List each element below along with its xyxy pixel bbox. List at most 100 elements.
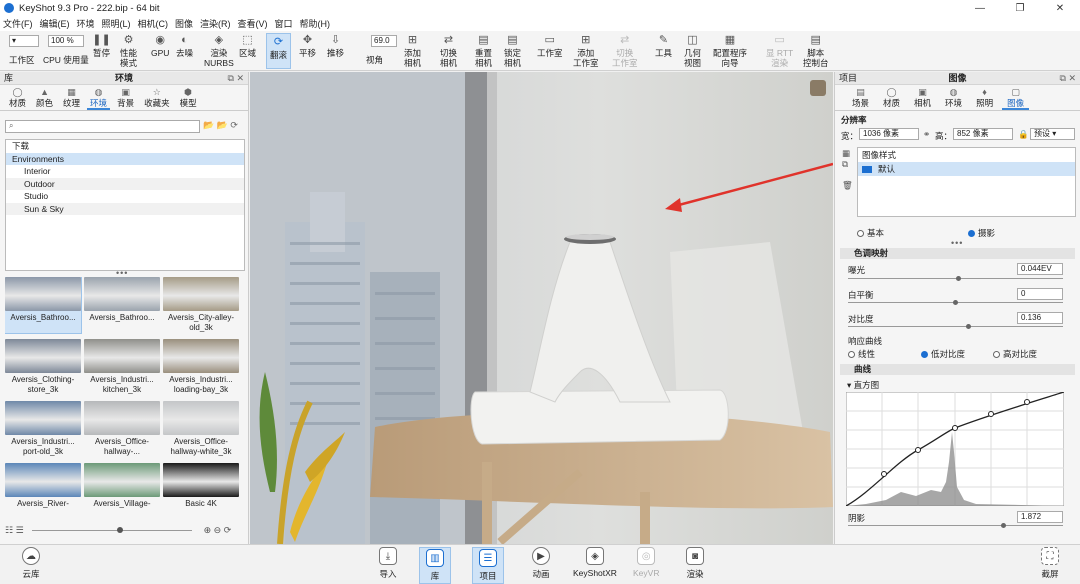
response-high-radio[interactable]: 高对比度 [993, 348, 1037, 360]
thumbnail-item[interactable]: Aversis_Industri... kitchen_3k [84, 339, 160, 395]
tree-item-environments[interactable]: Environments [6, 152, 244, 165]
denoise-button[interactable]: ◐ 去噪 [176, 33, 193, 58]
cloud-library-button[interactable]: ☁ 云库 [22, 547, 40, 580]
render-nurbs-button[interactable]: ◈ 渲染 NURBS [204, 33, 234, 68]
library-search-input[interactable]: ⌕ [5, 120, 200, 133]
add-camera-button[interactable]: ⊞ 添加 相机 [404, 33, 421, 68]
thumbnail-item[interactable]: Aversis_Bathroo... [84, 277, 160, 333]
tab-textures[interactable]: ▦ 纹理 [58, 85, 85, 110]
mode-photo-radio[interactable]: 摄影 [968, 227, 995, 239]
tab-lighting[interactable]: ♦ 照明 [969, 85, 1000, 110]
menu-edit[interactable]: 编辑(E) [40, 17, 70, 30]
render-viewport[interactable] [250, 72, 833, 544]
tools-button[interactable]: ✎ 工具 [655, 33, 672, 58]
tab-favorites[interactable]: ☆ 收藏夹 [139, 85, 175, 110]
gpu-button[interactable]: ◉ GPU [151, 33, 169, 58]
switch-studio-button[interactable]: ⇄ 切换 工作室 [612, 33, 638, 68]
thumbnail-item[interactable]: Aversis_Village- [84, 463, 160, 519]
fov-input[interactable]: 69.0 [371, 35, 397, 47]
response-low-radio[interactable]: 低对比度 [921, 348, 965, 360]
response-linear-radio[interactable]: 线性 [848, 348, 875, 360]
tree-item-sun-sky[interactable]: Sun & Sky [6, 202, 244, 215]
tone-mapping-section[interactable]: 色调映射 [840, 248, 1075, 259]
tree-item-studio[interactable]: Studio [6, 190, 244, 203]
pan-button[interactable]: ✥ 平移 [299, 33, 316, 58]
workspace-dropdown[interactable]: ▾ [9, 35, 39, 47]
mode-basic-radio[interactable]: 基本 [857, 227, 884, 239]
performance-mode-button[interactable]: ⚙ 性能 模式 [120, 33, 137, 68]
menu-help[interactable]: 帮助(H) [300, 17, 331, 30]
white-balance-input[interactable]: 0 [1017, 288, 1063, 300]
thumbnail-item[interactable]: Aversis_City-alley-old_3k [163, 277, 239, 333]
tab-environments[interactable]: ◍ 环境 [85, 85, 112, 110]
preset-dropdown[interactable]: 预设 ▾ [1030, 128, 1075, 140]
thumbnail-item[interactable]: Aversis_Bathroo... [5, 277, 82, 334]
screenshot-button[interactable]: ⛶ 截屏 [1041, 547, 1059, 580]
curve-histogram-graph[interactable] [846, 392, 1064, 506]
lock-icon[interactable]: 🔒 [1018, 129, 1029, 140]
lock-camera-button[interactable]: ▤ 锁定 相机 [504, 33, 521, 68]
menu-render[interactable]: 渲染(R) [200, 17, 231, 30]
curves-section[interactable]: 曲线 [840, 364, 1075, 375]
menu-window[interactable]: 窗口 [275, 17, 293, 30]
shadows-input[interactable]: 1.872 [1017, 511, 1063, 523]
minimize-button[interactable]: — [960, 0, 1000, 16]
import-button[interactable]: ⤓ 导入 [379, 547, 397, 580]
grid-view-icon[interactable]: ☷ ☰ [5, 525, 24, 536]
shadows-slider[interactable] [848, 525, 1063, 526]
studio-button[interactable]: ▭ 工作室 [537, 33, 563, 58]
menu-camera[interactable]: 相机(C) [138, 17, 169, 30]
tab-image[interactable]: ▢ 图像 [1000, 85, 1031, 110]
keyshotxr-button[interactable]: ◈ KeyShotXR [573, 547, 617, 578]
configurator-wizard-button[interactable]: ▦ 配置程序 向导 [713, 33, 747, 68]
library-toggle-button[interactable]: ▥ 库 [419, 547, 451, 584]
dolly-button[interactable]: ⇩ 推移 [327, 33, 344, 58]
thumbnail-item[interactable]: Aversis_Office-hallway-white_3k [163, 401, 239, 457]
tab-backplates[interactable]: ▣ 背景 [112, 85, 139, 110]
menu-image[interactable]: 图像 [175, 17, 193, 30]
contrast-slider-knob[interactable] [966, 324, 971, 329]
link-icon[interactable]: ⚭ [923, 129, 930, 140]
menu-file[interactable]: 文件(F) [3, 17, 33, 30]
zoom-dropdown[interactable]: 100 % [48, 35, 84, 47]
panel-controls-icon[interactable]: ⧉ ✕ [228, 72, 244, 85]
menu-view[interactable]: 查看(V) [238, 17, 268, 30]
image-style-tools-icon[interactable]: ▦ ⧉ 🗑 [842, 148, 853, 191]
add-remove-icon[interactable]: ⊕ ⊖ ⟳ [204, 525, 232, 536]
splitter-handle[interactable]: ••• [951, 238, 963, 248]
menu-environment[interactable]: 环境 [77, 17, 95, 30]
menu-lighting[interactable]: 照明(L) [102, 17, 131, 30]
thumbnail-item[interactable]: Aversis_Industri... port-old_3k [5, 401, 81, 457]
script-console-button[interactable]: ▤ 脚本 控制台 [803, 33, 829, 68]
thumbnail-size-slider[interactable] [31, 526, 192, 533]
thumbnail-item[interactable]: Aversis_Clothing-store_3k [5, 339, 81, 395]
pause-button[interactable]: ❚❚ 暂停 [92, 33, 110, 58]
contrast-input[interactable]: 0.136 [1017, 312, 1063, 324]
tree-item-downloads[interactable]: 下载 [6, 140, 244, 153]
thumbnail-item[interactable]: Aversis_River- [5, 463, 81, 519]
animation-button[interactable]: ▶ 动画 [532, 547, 550, 580]
tab-camera[interactable]: ▣ 相机 [907, 85, 938, 110]
maximize-button[interactable]: ❐ [1000, 0, 1040, 16]
width-input[interactable]: 1036 像素 [859, 128, 919, 140]
tab-material[interactable]: ◯ 材质 [876, 85, 907, 110]
height-input[interactable]: 852 像素 [953, 128, 1013, 140]
tumble-button[interactable]: ⟳ 翻滚 [266, 33, 292, 69]
tree-item-outdoor[interactable]: Outdoor [6, 177, 244, 190]
tab-environment[interactable]: ◍ 环境 [938, 85, 969, 110]
thumbnail-item[interactable]: Aversis_Industri... loading-bay_3k [163, 339, 239, 395]
reset-camera-button[interactable]: ▤ 重置 相机 [475, 33, 492, 68]
white-balance-slider-knob[interactable] [953, 300, 958, 305]
project-toggle-button[interactable]: ☰ 项目 [472, 547, 504, 584]
thumbnail-item[interactable]: Aversis_Office-hallway-... [84, 401, 160, 457]
exposure-input[interactable]: 0.044EV [1017, 263, 1063, 275]
render-button[interactable]: ◙ 渲染 [686, 547, 704, 580]
tab-materials[interactable]: ◯ 材质 [4, 85, 31, 110]
contrast-slider[interactable] [848, 326, 1063, 327]
geometry-view-button[interactable]: ◫ 几何 视图 [684, 33, 701, 68]
shadows-slider-knob[interactable] [1001, 523, 1006, 528]
panel-controls-icon[interactable]: ⧉ ✕ [1060, 72, 1076, 85]
exposure-slider-knob[interactable] [956, 276, 961, 281]
tree-item-interior[interactable]: Interior [6, 165, 244, 178]
image-style-default[interactable]: 默认 [858, 162, 1075, 176]
